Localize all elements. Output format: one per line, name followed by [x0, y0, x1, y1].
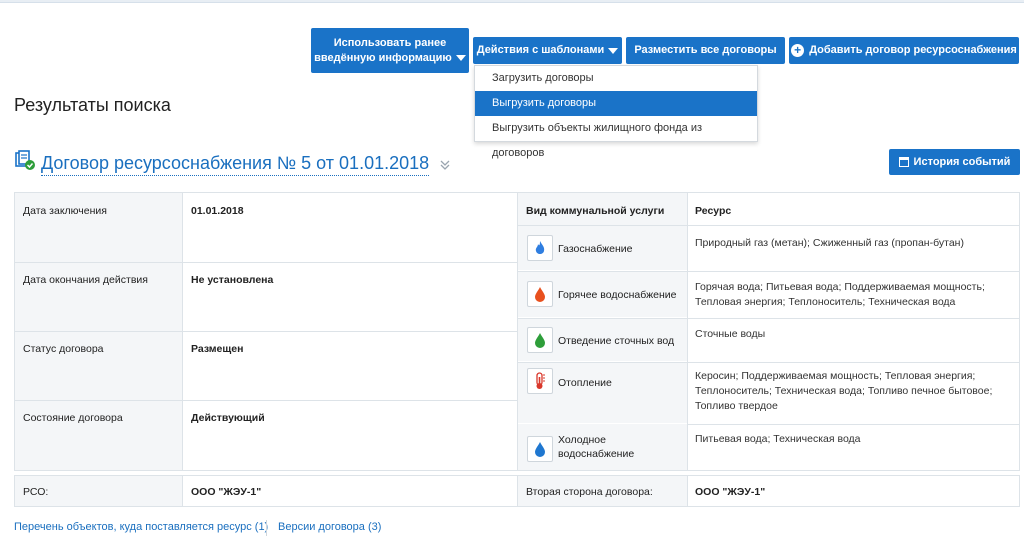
second-party-label: Вторая сторона договора:: [526, 486, 653, 498]
resource-text: Керосин; Поддерживаемая мощность; Теплов…: [695, 370, 993, 412]
menu-item-upload-contracts[interactable]: Загрузить договоры: [475, 66, 757, 91]
service-name: Холодное водоснабжение: [558, 433, 634, 461]
contract-title-link[interactable]: Договор ресурсоснабжения № 5 от 01.01.20…: [41, 151, 430, 176]
caret-down-icon: [608, 47, 619, 54]
event-history-button[interactable]: История событий: [889, 149, 1020, 175]
divider: [15, 331, 517, 332]
resource-text: Горячая вода; Питьевая вода; Поддерживае…: [695, 281, 985, 308]
calendar-icon: [898, 157, 909, 167]
place-all-contracts-button[interactable]: Разместить все договоры: [626, 37, 785, 64]
resource-text: Сточные воды: [695, 328, 766, 340]
plus-circle-icon: +: [791, 44, 805, 57]
rso-label: РСО:: [23, 486, 49, 498]
service-name: Горячее водоснабжение: [558, 289, 677, 301]
service-name-line1: Холодное: [558, 434, 606, 446]
cold-water-icon: [527, 436, 553, 462]
contract-details-table: Дата заключения 01.01.2018 Дата окончани…: [14, 192, 1020, 471]
sewage-icon: [527, 327, 553, 353]
parties-row: РСО: ООО "ЖЭУ-1" Вторая сторона договора…: [14, 475, 1020, 507]
field-value: Размещен: [191, 342, 244, 356]
add-contract-label: Добавить договор ресурсоснабжения: [809, 44, 1017, 56]
gas-icon: [527, 235, 553, 261]
template-actions-label: Действия с шаблонами: [476, 44, 605, 56]
field-label: Дата окончания действия: [23, 274, 148, 286]
service-name: Отведение сточных вод: [558, 335, 675, 347]
divider: [687, 424, 1019, 425]
contract-document-icon: [15, 150, 35, 170]
field-value: 01.01.2018: [191, 204, 244, 218]
resource-text: Природный газ (метан); Сжиженный газ (пр…: [695, 237, 964, 249]
field-value: Не установлена: [191, 273, 274, 287]
add-contract-button[interactable]: + Добавить договор ресурсоснабжения: [789, 37, 1019, 64]
template-actions-menu: Загрузить договоры Выгрузить договоры Вы…: [474, 65, 758, 159]
use-previous-label-line1: Использовать ранее: [333, 36, 447, 49]
heating-icon: [527, 368, 553, 394]
place-all-label: Разместить все договоры: [634, 44, 777, 56]
hot-water-icon: [527, 281, 553, 307]
event-history-label: История событий: [913, 155, 1011, 168]
divider: [687, 476, 688, 506]
service-row-heating: Отопление: [518, 363, 687, 423]
template-actions-button[interactable]: Действия с шаблонами: [473, 37, 622, 64]
menu-item-export-housing-objects[interactable]: Выгрузить объекты жилищного фонда из дог…: [475, 116, 757, 159]
use-previous-info-button[interactable]: Использовать ранее введённую информацию: [311, 28, 469, 73]
resource-text: Питьевая вода; Техническая вода: [695, 433, 861, 445]
service-row-sewage: Отведение сточных вод: [518, 319, 687, 361]
divider: [182, 476, 183, 506]
field-value: Действующий: [191, 411, 265, 425]
page-title: Результаты поиска: [14, 95, 171, 115]
link-divider: [266, 520, 267, 536]
divider: [687, 193, 688, 470]
contract-versions-link[interactable]: Версии договора (3): [278, 521, 381, 533]
resource-header: Ресурс: [695, 205, 732, 217]
objects-list-link[interactable]: Перечень объектов, куда поставляется рес…: [14, 521, 268, 533]
service-name: Отопление: [558, 377, 612, 389]
caret-down-icon: [455, 54, 466, 61]
service-row-gas: Газоснабжение: [518, 226, 687, 270]
divider: [15, 262, 517, 263]
field-label: Состояние договора: [23, 412, 123, 424]
top-border: [0, 0, 1024, 3]
second-party-value: ООО "ЖЭУ-1": [695, 486, 766, 498]
use-previous-label-line2: введённую информацию: [314, 51, 452, 64]
field-label: Статус договора: [23, 343, 104, 355]
service-name-line2: водоснабжение: [558, 448, 635, 460]
service-name: Газоснабжение: [558, 243, 633, 255]
service-row-hot-water: Горячее водоснабжение: [518, 272, 687, 317]
menu-item-export-contracts[interactable]: Выгрузить договоры: [475, 91, 757, 116]
rso-value: ООО "ЖЭУ-1": [191, 485, 262, 499]
services-header: Вид коммунальной услуги: [526, 205, 665, 217]
double-chevron-down-icon[interactable]: [439, 158, 451, 172]
field-label: Дата заключения: [23, 205, 107, 217]
service-row-cold-water: Холодное водоснабжение: [518, 424, 687, 470]
divider: [15, 400, 517, 401]
